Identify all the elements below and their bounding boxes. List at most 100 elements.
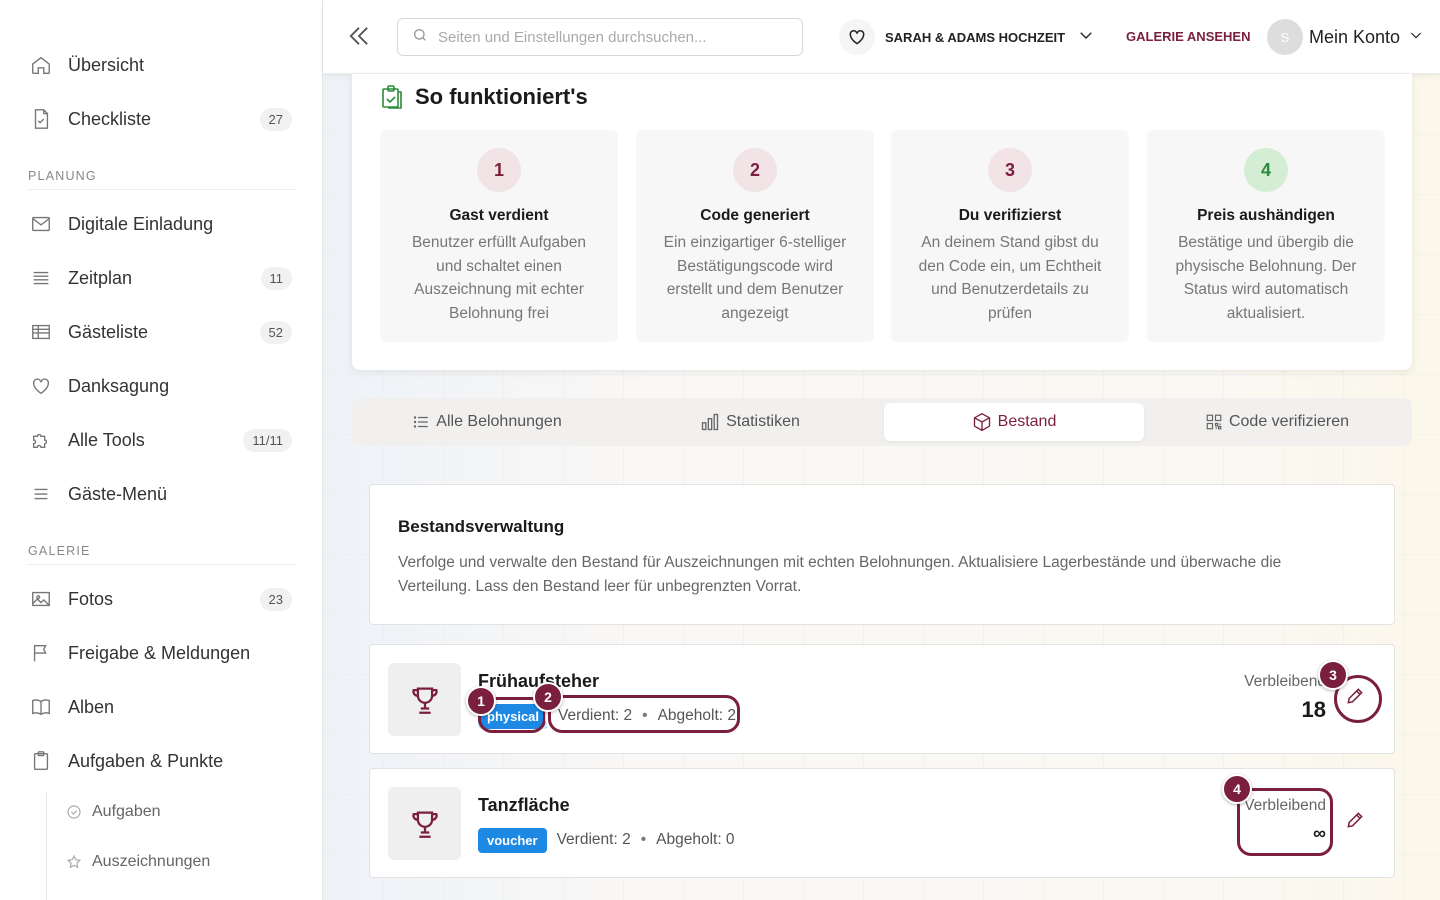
how-it-works-title: So funktioniert's xyxy=(415,84,588,109)
chevron-down-icon xyxy=(1077,26,1095,49)
sidebar-item-label: Freigabe & Meldungen xyxy=(68,642,251,663)
event-selector[interactable]: SARAH & ADAMS HOCHZEIT xyxy=(839,18,1095,56)
sidebar-item-label: Fotos xyxy=(68,588,114,609)
step-card: 2 Code generiert Ein einzigartiger 6-ste… xyxy=(636,130,874,342)
sidebar-subitem-tasks[interactable]: Aufgaben xyxy=(66,797,161,827)
step-card: 4 Preis aushändigen Bestätige und übergi… xyxy=(1147,130,1385,342)
image-icon xyxy=(28,586,54,612)
earned-count: Verdient: 2 xyxy=(556,831,631,848)
sidebar: Übersicht Checkliste 27 PLANUNG Digitale… xyxy=(0,0,323,900)
step-number: 2 xyxy=(733,148,777,192)
count-badge: 52 xyxy=(259,320,292,344)
reward-name: Tanzfläche xyxy=(478,795,570,815)
sidebar-item-albums[interactable]: Alben xyxy=(28,687,292,727)
document-check-icon xyxy=(28,106,54,132)
sidebar-item-label: Aufgaben & Punkte xyxy=(68,750,224,771)
tab-label: Alle Belohnungen xyxy=(436,413,562,430)
view-gallery-link[interactable]: GALERIE ANSEHEN xyxy=(1126,29,1250,44)
book-icon xyxy=(28,694,54,720)
sidebar-item-checklist[interactable]: Checkliste 27 xyxy=(28,99,292,139)
tab-label: Code verifizieren xyxy=(1228,413,1350,430)
sidebar-item-photos[interactable]: Fotos 23 xyxy=(28,579,292,619)
star-icon xyxy=(66,854,84,870)
trophy-icon xyxy=(388,787,461,860)
tab-verify-code[interactable]: Code verifizieren xyxy=(1147,403,1407,441)
tab-label: Statistiken xyxy=(726,413,800,430)
reward-type-badge: voucher xyxy=(478,827,547,853)
search-field[interactable] xyxy=(397,18,803,56)
envelope-icon xyxy=(28,211,54,237)
list-icon xyxy=(412,413,430,431)
how-it-works-card: So funktioniert's 1 Gast verdient Benutz… xyxy=(352,74,1412,370)
tab-statistics[interactable]: Statistiken xyxy=(620,403,880,441)
sidebar-item-label: Danksagung xyxy=(68,375,170,396)
account-menu[interactable]: S Mein Konto xyxy=(1267,18,1424,56)
sidebar-item-label: Gäste-Menü xyxy=(68,483,168,504)
puzzle-icon xyxy=(28,427,54,453)
inventory-title: Bestandsverwaltung xyxy=(398,517,565,536)
annotation-marker: 4 xyxy=(1222,774,1252,804)
annotation-ring xyxy=(548,695,740,733)
avatar: S xyxy=(1267,19,1303,55)
sidebar-item-overview[interactable]: Übersicht xyxy=(28,45,292,85)
tab-inventory[interactable]: Bestand xyxy=(884,403,1144,441)
list-icon xyxy=(28,265,54,291)
step-number: 3 xyxy=(988,148,1032,192)
heart-icon xyxy=(839,19,875,55)
sidebar-item-all-tools[interactable]: Alle Tools 11/11 xyxy=(28,420,292,460)
annotation-ring xyxy=(1237,788,1333,856)
section-title-planning: PLANUNG xyxy=(28,169,296,190)
claimed-count: Abgeholt: 0 xyxy=(656,831,735,848)
section-title-gallery: GALERIE xyxy=(28,544,296,565)
search-input[interactable] xyxy=(438,28,778,46)
clipboard-check-icon xyxy=(380,84,404,110)
table-icon xyxy=(28,319,54,345)
step-description: Bestätige und übergib die physische Belo… xyxy=(1175,234,1357,322)
step-description: An deinem Stand gibst du den Code ein, u… xyxy=(918,234,1102,322)
sidebar-item-label: Alle Tools xyxy=(68,429,145,450)
sidebar-item-label: Checkliste xyxy=(68,108,152,129)
flag-icon xyxy=(28,640,54,666)
step-title: Code generiert xyxy=(700,207,810,224)
bar-chart-icon xyxy=(700,412,720,432)
menu-icon xyxy=(28,481,54,507)
tab-all-rewards[interactable]: Alle Belohnungen xyxy=(357,403,617,441)
edit-stock-button[interactable] xyxy=(1340,805,1370,835)
step-number: 4 xyxy=(1244,148,1288,192)
annotation-marker: 1 xyxy=(466,686,496,716)
sidebar-item-label: Gästeliste xyxy=(68,321,149,342)
count-badge: 27 xyxy=(259,107,292,131)
sidebar-item-moderation[interactable]: Freigabe & Meldungen xyxy=(28,633,292,673)
top-header: SARAH & ADAMS HOCHZEIT GALERIE ANSEHEN S… xyxy=(323,0,1440,74)
sidebar-item-schedule[interactable]: Zeitplan 11 xyxy=(28,258,292,298)
step-description: Ein einzigartiger 6-stelliger Bestätigun… xyxy=(663,234,847,322)
sidebar-item-tasks-points[interactable]: Aufgaben & Punkte xyxy=(28,741,292,781)
inventory-info-card: Bestandsverwaltung Verfolge und verwalte… xyxy=(369,484,1395,625)
box-icon xyxy=(972,412,992,432)
search-icon xyxy=(412,27,428,48)
check-circle-icon xyxy=(66,804,84,820)
sidebar-item-label: Übersicht xyxy=(68,54,145,75)
sidebar-item-guestlist[interactable]: Gästeliste 52 xyxy=(28,312,292,352)
collapse-sidebar-icon[interactable] xyxy=(345,22,373,50)
count-badge: 11/11 xyxy=(243,428,292,452)
sidebar-subitem-label: Auszeichnungen xyxy=(92,853,211,870)
sidebar-item-guest-menu[interactable]: Gäste-Menü xyxy=(28,474,292,514)
remaining-value: 18 xyxy=(1301,697,1326,722)
count-badge: 11 xyxy=(260,266,292,290)
sidebar-item-invitation[interactable]: Digitale Einladung xyxy=(28,204,292,244)
reward-meta: voucher Verdient: 2 • Abgeholt: 0 xyxy=(478,827,735,853)
separator-dot: • xyxy=(640,831,647,848)
step-description: Benutzer erfüllt Aufgaben und schaltet e… xyxy=(411,234,587,322)
event-name: SARAH & ADAMS HOCHZEIT xyxy=(885,29,1066,45)
account-label: Mein Konto xyxy=(1309,26,1401,47)
sidebar-item-label: Digitale Einladung xyxy=(68,213,214,234)
step-card: 1 Gast verdient Benutzer erfüllt Aufgabe… xyxy=(380,130,618,342)
sidebar-item-label: Alben xyxy=(68,696,115,717)
clipboard-icon xyxy=(28,748,54,774)
qr-code-icon xyxy=(1205,413,1223,431)
tab-label: Bestand xyxy=(997,413,1057,430)
step-title: Gast verdient xyxy=(449,207,549,224)
sidebar-subitem-awards[interactable]: Auszeichnungen xyxy=(66,847,210,877)
sidebar-item-thanks[interactable]: Danksagung xyxy=(28,366,292,406)
